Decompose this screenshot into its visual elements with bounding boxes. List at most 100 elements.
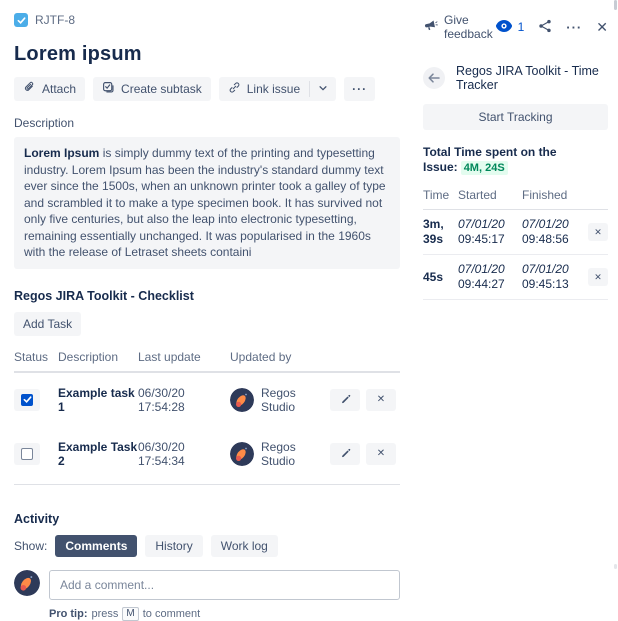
entry-duration: 39s xyxy=(423,232,443,246)
scrollbar[interactable] xyxy=(614,0,617,10)
back-button[interactable] xyxy=(423,67,445,89)
edit-task-button[interactable] xyxy=(330,443,360,465)
give-feedback-button[interactable]: Give feedback xyxy=(423,13,496,41)
task-updated-by: Regos Studio xyxy=(261,440,330,468)
avatar xyxy=(230,442,254,466)
entry-duration: 45s xyxy=(423,270,443,284)
checklist-table-header: Status Description Last update Updated b… xyxy=(14,350,400,373)
tab-comments[interactable]: Comments xyxy=(55,535,137,557)
delete-task-button[interactable]: ✕ xyxy=(366,443,396,465)
pro-tip: Pro tip: press M to comment xyxy=(49,607,400,621)
keyboard-key-m: M xyxy=(122,607,138,621)
task-description: Example task 1 xyxy=(58,386,138,414)
link-issue-caret-button[interactable] xyxy=(310,77,336,101)
breadcrumb[interactable]: RJTF-8 xyxy=(14,13,400,27)
watchers-button[interactable]: 1 xyxy=(496,20,525,35)
entry-finished-date: 07/01/20 xyxy=(522,262,569,276)
pro-tip-text: to comment xyxy=(143,608,200,620)
entry-finished-time: 09:48:56 xyxy=(522,232,569,246)
chevron-down-icon xyxy=(318,82,328,96)
total-time-line: Total Time spent on the Issue:4M, 24S xyxy=(423,145,608,176)
issue-main-column: RJTF-8 Lorem ipsum Attach Create subtask… xyxy=(14,10,400,621)
tab-history[interactable]: History xyxy=(145,535,202,557)
task-last-update: 06/30/20 17:54:34 xyxy=(138,440,230,468)
issue-toolbar: Attach Create subtask Link issue ··· xyxy=(14,77,400,101)
delete-time-entry-button[interactable]: ✕ xyxy=(588,223,608,241)
panel-header: Give feedback 1 ··· ✕ xyxy=(423,13,608,41)
current-user-avatar xyxy=(14,570,40,596)
create-subtask-button[interactable]: Create subtask xyxy=(93,77,211,101)
checkbox-unchecked-icon xyxy=(21,448,33,460)
start-tracking-button[interactable]: Start Tracking xyxy=(423,104,608,130)
show-label: Show: xyxy=(14,539,47,553)
column-status: Status xyxy=(14,350,58,364)
scrollbar[interactable] xyxy=(614,564,617,569)
activity-section-title: Activity xyxy=(14,512,400,526)
task-last-update: 06/30/20 17:54:28 xyxy=(138,386,230,414)
task-type-icon xyxy=(14,13,28,27)
page-title: Lorem ipsum xyxy=(14,43,400,66)
column-started: Started xyxy=(458,188,522,202)
eye-icon xyxy=(496,20,512,35)
entry-finished-date: 07/01/20 xyxy=(522,217,569,231)
total-time-value: 4M, 24S xyxy=(461,161,508,175)
column-finished: Finished xyxy=(522,188,582,202)
watchers-count: 1 xyxy=(518,20,525,34)
pencil-icon xyxy=(340,447,351,461)
description-label: Description xyxy=(14,116,400,130)
issue-key[interactable]: RJTF-8 xyxy=(35,13,75,27)
link-issue-split-button: Link issue xyxy=(219,77,336,101)
avatar xyxy=(230,388,254,412)
paperclip-icon xyxy=(23,81,36,97)
tab-work-log[interactable]: Work log xyxy=(211,535,278,557)
checklist-section-title: Regos JIRA Toolkit - Checklist xyxy=(14,289,400,303)
column-last-update: Last update xyxy=(138,350,230,364)
entry-started-time: 09:44:27 xyxy=(458,277,505,291)
task-checkbox-button[interactable] xyxy=(14,443,40,465)
entry-started-time: 09:45:17 xyxy=(458,232,505,246)
pro-tip-lead: Pro tip: xyxy=(49,608,88,620)
subtask-icon xyxy=(102,81,115,97)
task-checkbox-button[interactable] xyxy=(14,389,40,411)
column-description: Description xyxy=(58,350,138,364)
description-body[interactable]: Lorem Ipsum is simply dummy text of the … xyxy=(14,137,400,269)
link-icon xyxy=(228,81,241,97)
add-task-button[interactable]: Add Task xyxy=(14,312,81,336)
delete-task-button[interactable]: ✕ xyxy=(366,389,396,411)
more-actions-button[interactable]: ··· xyxy=(344,77,375,101)
description-text: is simply dummy text of the printing and… xyxy=(24,146,386,259)
column-time: Time xyxy=(423,188,458,202)
column-updated-by: Updated by xyxy=(230,350,330,364)
table-row: Example task 1 06/30/20 17:54:28 Regos S… xyxy=(14,373,400,427)
entry-started-date: 07/01/20 xyxy=(458,217,505,231)
delete-time-entry-button[interactable]: ✕ xyxy=(588,268,608,286)
edit-task-button[interactable] xyxy=(330,389,360,411)
table-row: Example Task 2 06/30/20 17:54:34 Regos S… xyxy=(14,427,400,485)
attach-button[interactable]: Attach xyxy=(14,77,85,101)
attach-label: Attach xyxy=(42,82,76,96)
task-updated-by: Regos Studio xyxy=(261,386,330,414)
share-icon xyxy=(538,19,552,36)
time-tracker-panel: Give feedback 1 ··· ✕ Regos JIRA Toolkit… xyxy=(423,10,608,300)
checkbox-checked-icon xyxy=(21,394,33,406)
link-issue-button[interactable]: Link issue xyxy=(219,77,309,101)
link-issue-label: Link issue xyxy=(247,82,300,96)
pro-tip-text: press xyxy=(92,608,119,620)
give-feedback-label: Give feedback xyxy=(444,13,496,41)
time-entry-row: 3m,39s 07/01/2009:45:17 07/01/2009:48:56… xyxy=(423,210,608,255)
share-button[interactable] xyxy=(538,19,552,36)
task-description: Example Task 2 xyxy=(58,440,138,468)
tracker-title: Regos JIRA Toolkit - Time Tracker xyxy=(456,64,608,92)
entry-finished-time: 09:45:13 xyxy=(522,277,569,291)
entry-started-date: 07/01/20 xyxy=(458,262,505,276)
panel-more-button[interactable]: ··· xyxy=(566,20,582,35)
time-entry-row: 45s 07/01/2009:44:27 07/01/2009:45:13 ✕ xyxy=(423,255,608,300)
time-table-header: Time Started Finished xyxy=(423,188,608,210)
megaphone-icon xyxy=(423,19,438,36)
description-bold-lead: Lorem Ipsum xyxy=(24,146,99,160)
create-subtask-label: Create subtask xyxy=(121,82,202,96)
comment-input[interactable] xyxy=(49,570,400,600)
arrow-left-icon xyxy=(428,71,440,86)
entry-duration: 3m, xyxy=(423,217,444,231)
close-panel-button[interactable]: ✕ xyxy=(596,19,608,36)
